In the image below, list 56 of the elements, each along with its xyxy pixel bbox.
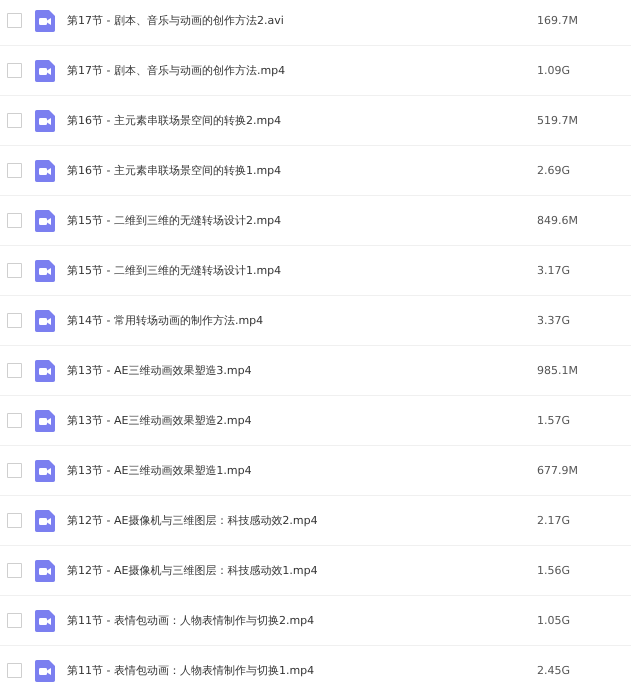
file-size: 169.7M bbox=[537, 14, 578, 27]
video-camera-icon bbox=[35, 360, 55, 382]
checkbox[interactable] bbox=[7, 613, 22, 628]
file-size: 1.05G bbox=[537, 614, 570, 627]
video-camera-icon bbox=[35, 410, 55, 432]
checkbox[interactable] bbox=[7, 263, 22, 278]
file-size: 1.56G bbox=[537, 564, 570, 577]
video-camera-icon bbox=[35, 560, 55, 582]
checkbox[interactable] bbox=[7, 563, 22, 578]
file-size: 3.37G bbox=[537, 314, 570, 327]
checkbox[interactable] bbox=[7, 113, 22, 128]
video-camera-icon bbox=[35, 660, 55, 682]
file-size: 519.7M bbox=[537, 114, 578, 127]
file-name: 第12节 - AE摄像机与三维图层：科技感动效2.mp4 bbox=[67, 513, 319, 528]
checkbox[interactable] bbox=[7, 363, 22, 378]
video-camera-icon bbox=[35, 110, 55, 132]
video-camera-icon bbox=[35, 210, 55, 232]
file-size: 849.6M bbox=[537, 214, 578, 227]
file-name: 第14节 - 常用转场动画的制作方法.mp4 bbox=[67, 313, 264, 328]
file-name: 第11节 - 表情包动画：人物表情制作与切换1.mp4 bbox=[67, 663, 316, 678]
checkbox[interactable] bbox=[7, 313, 22, 328]
file-name: 第12节 - AE摄像机与三维图层：科技感动效1.mp4 bbox=[67, 563, 319, 578]
file-name: 第13节 - AE三维动画效果塑造2.mp4 bbox=[67, 413, 253, 428]
file-name: 第13节 - AE三维动画效果塑造3.mp4 bbox=[67, 363, 253, 378]
video-camera-icon bbox=[35, 60, 55, 82]
file-name: 第16节 - 主元素串联场景空间的转换1.mp4 bbox=[67, 163, 282, 178]
file-size: 1.09G bbox=[537, 64, 570, 77]
file-name: 第16节 - 主元素串联场景空间的转换2.mp4 bbox=[67, 113, 282, 128]
checkbox[interactable] bbox=[7, 213, 22, 228]
checkbox[interactable] bbox=[7, 63, 22, 78]
file-name: 第15节 - 二维到三维的无缝转场设计2.mp4 bbox=[67, 213, 282, 228]
file-name: 第11节 - 表情包动画：人物表情制作与切换2.mp4 bbox=[67, 613, 316, 628]
video-camera-icon bbox=[35, 160, 55, 182]
file-size: 3.17G bbox=[537, 264, 570, 277]
file-name: 第15节 - 二维到三维的无缝转场设计1.mp4 bbox=[67, 263, 282, 278]
file-name: 第17节 - 剧本、音乐与动画的创作方法2.avi bbox=[67, 13, 285, 28]
file-size: 2.45G bbox=[537, 664, 570, 677]
checkbox[interactable] bbox=[7, 413, 22, 428]
video-camera-icon bbox=[35, 460, 55, 482]
file-name: 第17节 - 剧本、音乐与动画的创作方法.mp4 bbox=[67, 63, 286, 78]
checkbox[interactable] bbox=[7, 663, 22, 678]
file-size: 677.9M bbox=[537, 464, 578, 477]
checkbox[interactable] bbox=[7, 463, 22, 478]
file-size: 2.69G bbox=[537, 164, 570, 177]
file-size: 1.57G bbox=[537, 414, 570, 427]
video-camera-icon bbox=[35, 610, 55, 632]
video-camera-icon bbox=[35, 260, 55, 282]
video-camera-icon bbox=[35, 310, 55, 332]
checkbox[interactable] bbox=[7, 163, 22, 178]
checkbox[interactable] bbox=[7, 13, 22, 28]
video-camera-icon bbox=[35, 10, 55, 32]
file-name: 第13节 - AE三维动画效果塑造1.mp4 bbox=[67, 463, 253, 478]
video-camera-icon bbox=[35, 510, 55, 532]
file-size: 2.17G bbox=[537, 514, 570, 527]
checkbox[interactable] bbox=[7, 513, 22, 528]
file-size: 985.1M bbox=[537, 364, 578, 377]
